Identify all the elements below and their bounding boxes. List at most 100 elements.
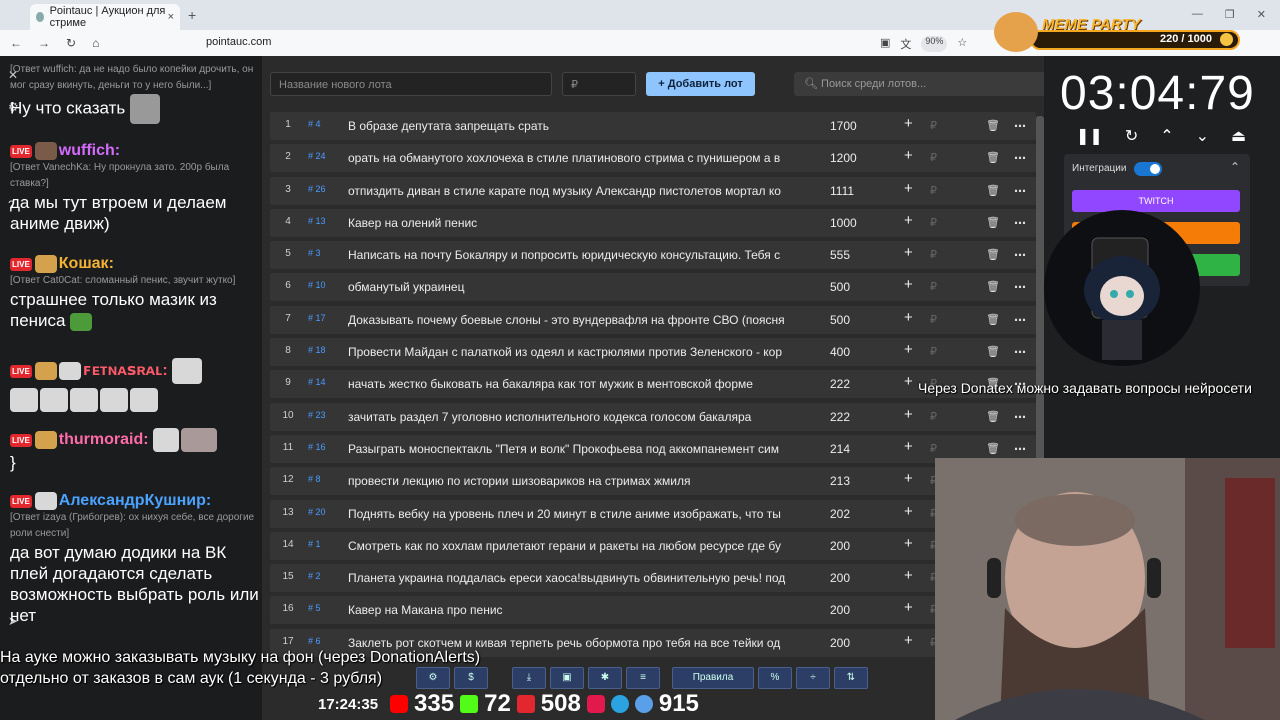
lot-row[interactable]: 8 # 18 Провести Майдан с палаткой из одеял… xyxy=(270,338,1036,367)
lot-name[interactable]: отпиздить диван в стиле карате под музык… xyxy=(348,184,808,198)
delete-icon[interactable]: 🗑︎ xyxy=(986,151,1000,164)
github-icon[interactable]: ⚙ xyxy=(416,667,450,689)
add-amount-icon[interactable]: + xyxy=(904,632,913,649)
lot-name[interactable]: Планета украина поддалась ереси хаоса!вы… xyxy=(348,571,808,585)
screenshot-icon[interactable]: ▣ xyxy=(880,36,890,52)
add-amount-icon[interactable]: + xyxy=(904,180,913,197)
more-options-icon[interactable]: ⋯ xyxy=(1014,280,1026,294)
add-amount-icon[interactable]: + xyxy=(904,212,913,229)
download-icon[interactable]: ⤓ xyxy=(512,667,546,689)
lot-row[interactable]: 6 # 10 обманутый украинец 500 + ₽ 🗑︎ ⋯ xyxy=(270,273,1036,302)
ruble-icon[interactable]: ₽ xyxy=(930,184,937,197)
lot-name[interactable]: обманутый украинец xyxy=(348,280,808,294)
chat-nick[interactable]: wuffich: xyxy=(59,142,120,159)
add-amount-icon[interactable]: + xyxy=(904,147,913,164)
ruble-icon[interactable]: ₽ xyxy=(930,345,937,358)
lot-name[interactable]: Кавер на Макана про пенис xyxy=(348,603,808,617)
ruble-icon[interactable]: ₽ xyxy=(930,313,937,326)
lot-name[interactable]: орать на обманутого хохлочеха в стиле пл… xyxy=(348,151,808,165)
delete-icon[interactable]: 🗑︎ xyxy=(986,345,1000,358)
add-amount-icon[interactable]: + xyxy=(904,309,913,326)
reload-button[interactable]: ↻ xyxy=(66,36,76,50)
lot-name[interactable]: провести лекцию по истории шизовариков н… xyxy=(348,474,808,488)
lot-row[interactable]: 4 # 13 Кавер на олений пенис 1000 + ₽ 🗑︎ ⋯ xyxy=(270,208,1036,237)
ruble-icon[interactable]: ₽ xyxy=(930,442,937,455)
ruble-icon[interactable]: ₽ xyxy=(930,410,937,423)
delete-icon[interactable]: 🗑︎ xyxy=(986,119,1000,132)
percent-button[interactable]: % xyxy=(758,667,792,689)
delete-icon[interactable]: 🗑︎ xyxy=(986,248,1000,261)
more-options-icon[interactable]: ⋯ xyxy=(1014,410,1026,424)
lot-row[interactable]: 15 # 2 Планета украина поддалась ереси хао… xyxy=(270,564,1036,593)
eject-icon[interactable]: ⏏ xyxy=(1231,126,1246,146)
scrollbar[interactable] xyxy=(1036,116,1044,516)
add-amount-icon[interactable]: + xyxy=(904,276,913,293)
clear-icon[interactable]: ≡ xyxy=(626,667,660,689)
chat-nick[interactable]: thurmoraid: xyxy=(59,431,149,448)
add-amount-icon[interactable]: + xyxy=(904,567,913,584)
url-field[interactable]: pointauc.com xyxy=(206,36,271,48)
ruble-icon[interactable]: ₽ xyxy=(930,216,937,229)
add-amount-icon[interactable]: + xyxy=(904,503,913,520)
delete-icon[interactable]: 🗑︎ xyxy=(986,184,1000,197)
lot-row[interactable]: 10 # 23 зачитать раздел 7 уголовно исполни… xyxy=(270,402,1036,431)
lot-row[interactable]: 11 # 16 Разыграть моноспектакль "Петя и во… xyxy=(270,434,1036,463)
add-lot-button[interactable]: + Добавить лот xyxy=(646,72,755,96)
more-options-icon[interactable]: ⋯ xyxy=(1014,119,1026,133)
lot-row[interactable]: 16# 5Кавер на Макана про пенис200+₽🗑︎⋯ xyxy=(270,596,1036,625)
delete-icon[interactable]: 🗑︎ xyxy=(986,216,1000,229)
lot-name[interactable]: Провести Майдан с палаткой из одеял и ка… xyxy=(348,345,808,359)
price-input[interactable]: ₽ xyxy=(562,72,636,96)
add-amount-icon[interactable]: + xyxy=(904,406,913,423)
more-options-icon[interactable]: ⋯ xyxy=(1014,313,1026,327)
lot-row[interactable]: 1 # 4 В образе депутата запрещать срать 170… xyxy=(270,112,1036,140)
lot-name[interactable]: Разыграть моноспектакль "Петя и волк" Пр… xyxy=(348,442,808,456)
lot-name[interactable]: Поднять вебку на уровень плеч и 20 минут… xyxy=(348,507,808,521)
more-options-icon[interactable]: ⋯ xyxy=(1014,216,1026,230)
lot-name[interactable]: Доказывать почему боевые слоны - это вун… xyxy=(348,313,808,327)
add-amount-icon[interactable]: + xyxy=(904,599,913,616)
forward-button[interactable]: → xyxy=(38,36,50,50)
delete-icon[interactable]: 🗑︎ xyxy=(986,280,1000,293)
reset-icon[interactable]: ↻ xyxy=(1125,126,1138,146)
add-amount-icon[interactable]: + xyxy=(904,535,913,552)
pause-icon[interactable]: ❚❚ xyxy=(1076,126,1103,146)
ruble-icon[interactable]: ₽ xyxy=(930,151,937,164)
add-amount-icon[interactable]: + xyxy=(904,115,913,132)
lot-row[interactable]: 14 # 1 Смотреть как по хохлам прилетают ге… xyxy=(270,531,1036,560)
delete-icon[interactable]: 🗑︎ xyxy=(986,313,1000,326)
back-button[interactable]: ← xyxy=(10,36,22,50)
lot-row[interactable]: 7 # 17 Доказывать почему боевые слоны - эт… xyxy=(270,305,1036,334)
search-lots-input[interactable]: 🔍︎ Поиск среди лотов... xyxy=(794,72,1046,96)
lot-row[interactable]: 12 # 8 провести лекцию по истории шизовари… xyxy=(270,467,1036,496)
delete-icon[interactable]: 🗑︎ xyxy=(986,442,1000,455)
new-lot-input[interactable]: Название нового лота xyxy=(270,72,552,96)
ruble-icon[interactable]: ₽ xyxy=(930,280,937,293)
new-tab-button[interactable]: + xyxy=(188,7,196,23)
add-amount-icon[interactable]: + xyxy=(904,244,913,261)
bug-icon[interactable]: ✱ xyxy=(588,667,622,689)
time-up-icon[interactable]: ⌃ xyxy=(1160,126,1173,146)
lot-row[interactable]: 3 # 26 отпиздить диван в стиле карате под … xyxy=(270,176,1036,205)
lot-name[interactable]: Кавер на олений пенис xyxy=(348,216,808,230)
twitch-button[interactable]: TWITCH xyxy=(1072,190,1240,212)
more-options-icon[interactable]: ⋯ xyxy=(1014,248,1026,262)
lot-row[interactable]: 13 # 20 Поднять вебку на уровень плеч и 20… xyxy=(270,499,1036,528)
zoom-level[interactable]: 90% xyxy=(921,36,948,52)
chat-nick[interactable]: ꜰᴇᴛɴᴀꜱʀᴀʟ: xyxy=(83,362,168,379)
home-button[interactable]: ⌂ xyxy=(92,36,99,50)
time-down-icon[interactable]: ⌄ xyxy=(1196,126,1209,146)
ruble-icon[interactable]: ₽ xyxy=(930,248,937,261)
save-icon[interactable]: ▣ xyxy=(550,667,584,689)
more-options-icon[interactable]: ⋯ xyxy=(1014,345,1026,359)
dollar-icon[interactable]: $ xyxy=(454,667,488,689)
close-window-button[interactable]: ✕ xyxy=(1257,8,1266,21)
more-options-icon[interactable]: ⋯ xyxy=(1014,184,1026,198)
delete-icon[interactable]: 🗑︎ xyxy=(986,410,1000,423)
lot-name[interactable]: зачитать раздел 7 уголовно исполнительно… xyxy=(348,410,808,424)
chevron-up-icon[interactable]: ⌃ xyxy=(1230,160,1240,174)
add-amount-icon[interactable]: + xyxy=(904,373,913,390)
more-options-icon[interactable]: ⋯ xyxy=(1014,442,1026,456)
ruble-icon[interactable]: ₽ xyxy=(930,119,937,132)
add-amount-icon[interactable]: + xyxy=(904,438,913,455)
